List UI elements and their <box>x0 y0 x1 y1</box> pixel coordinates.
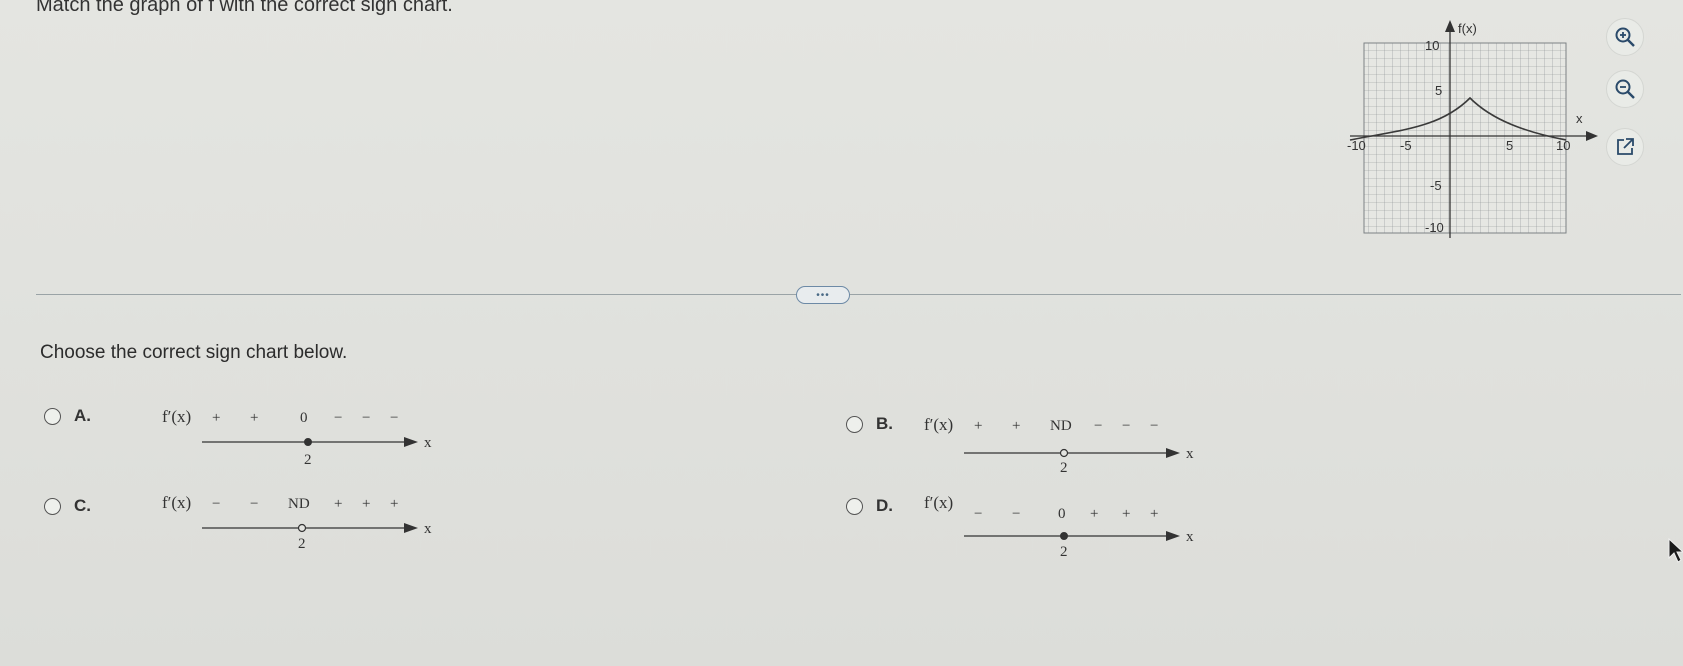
number-line-arrow <box>1166 448 1180 458</box>
option-a[interactable]: A. f′(x) + + 0 − − − 2 x <box>44 400 444 470</box>
x-axis-arrow <box>1586 131 1598 141</box>
sign-left: − <box>250 496 258 512</box>
function-graph: f(x) x 10 5 -5 -10 -10 -5 5 10 <box>1320 10 1620 250</box>
sign-left: − <box>974 506 982 522</box>
sign-right: + <box>362 496 370 512</box>
critical-value: ND <box>288 496 310 512</box>
function-label: f′(x) <box>924 415 953 434</box>
function-label: f′(x) <box>924 493 953 512</box>
sign-right: + <box>390 496 398 512</box>
x-tick-label: -5 <box>1400 138 1412 153</box>
sign-left: + <box>250 410 258 426</box>
prompt-text: Choose the correct sign chart below. <box>40 342 348 363</box>
zoom-in-button[interactable] <box>1606 18 1644 56</box>
point-label: 2 <box>1060 544 1068 560</box>
sign-right: − <box>334 410 342 426</box>
y-tick-label: 5 <box>1435 83 1442 98</box>
function-label: f′(x) <box>162 493 191 512</box>
x-tick-label: 5 <box>1506 138 1513 153</box>
zoom-in-icon <box>1615 27 1635 47</box>
sign-right: + <box>334 496 342 512</box>
sign-right: + <box>1122 506 1130 522</box>
sign-right: − <box>1094 418 1102 434</box>
y-tick-label: -10 <box>1425 220 1444 235</box>
closed-point <box>304 438 312 446</box>
option-letter: A. <box>74 406 91 425</box>
y-axis-label: f(x) <box>1458 21 1477 36</box>
y-tick-label: 10 <box>1425 38 1439 53</box>
closed-point <box>1060 532 1068 540</box>
question-text: Match the graph of f with the correct si… <box>36 0 453 16</box>
open-point <box>297 523 307 533</box>
radio-button[interactable] <box>44 498 61 515</box>
sign-left: + <box>212 410 220 426</box>
sign-left: − <box>212 496 220 512</box>
option-c[interactable]: C. f′(x) − − ND + + + 2 x <box>44 490 444 560</box>
sign-right: − <box>362 410 370 426</box>
option-letter: B. <box>876 414 893 433</box>
number-line-arrow <box>1166 531 1180 541</box>
sign-chart: f′(x) + + ND − − − 2 x <box>924 415 1194 476</box>
sign-right: + <box>1150 506 1158 522</box>
point-label: 2 <box>304 452 312 468</box>
axis-label: x <box>424 521 432 537</box>
radio-button[interactable] <box>44 408 61 425</box>
sign-chart: f′(x) + + 0 − − − 2 x <box>162 407 432 468</box>
point-label: 2 <box>298 536 306 552</box>
option-b[interactable]: B. f′(x) + + ND − − − 2 x <box>846 408 1246 478</box>
sign-left: − <box>1012 506 1020 522</box>
y-axis-arrow <box>1445 20 1455 32</box>
axis-label: x <box>424 435 432 451</box>
axis-label: x <box>1186 446 1194 462</box>
number-line-arrow <box>404 437 418 447</box>
graph-svg: f(x) x 10 5 -5 -10 -10 -5 5 10 <box>1347 20 1598 238</box>
y-tick-label: -5 <box>1430 178 1442 193</box>
divider-handle[interactable]: ••• <box>796 286 850 304</box>
sign-chart: f′(x) − − 0 + + + 2 x <box>924 493 1194 560</box>
sign-left: + <box>1012 418 1020 434</box>
zoom-out-button[interactable] <box>1606 70 1644 108</box>
axis-label: x <box>1186 529 1194 545</box>
critical-value: ND <box>1050 418 1072 434</box>
radio-button[interactable] <box>846 416 863 433</box>
graph-grid <box>1363 42 1567 234</box>
number-line-arrow <box>404 523 418 533</box>
function-label: f′(x) <box>162 407 191 426</box>
point-label: 2 <box>1060 460 1068 476</box>
radio-button[interactable] <box>846 498 863 515</box>
sign-chart: f′(x) − − ND + + + 2 x <box>162 493 432 552</box>
sign-right: − <box>1150 418 1158 434</box>
sign-left: + <box>974 418 982 434</box>
open-point <box>1059 448 1069 458</box>
external-link-icon <box>1617 138 1634 155</box>
option-d[interactable]: D. f′(x) − − 0 + + + 2 x <box>846 490 1246 560</box>
popout-button[interactable] <box>1606 128 1644 166</box>
sign-right: − <box>390 410 398 426</box>
option-letter: D. <box>876 496 893 515</box>
section-divider <box>36 294 1681 295</box>
critical-value: 0 <box>1058 506 1066 522</box>
mouse-cursor-icon <box>1668 538 1683 563</box>
sign-right: + <box>1090 506 1098 522</box>
x-axis-label: x <box>1576 111 1583 126</box>
x-tick-label: -10 <box>1347 138 1366 153</box>
sign-right: − <box>1122 418 1130 434</box>
zoom-out-icon <box>1615 79 1635 99</box>
option-letter: C. <box>74 496 91 515</box>
critical-value: 0 <box>300 410 308 426</box>
